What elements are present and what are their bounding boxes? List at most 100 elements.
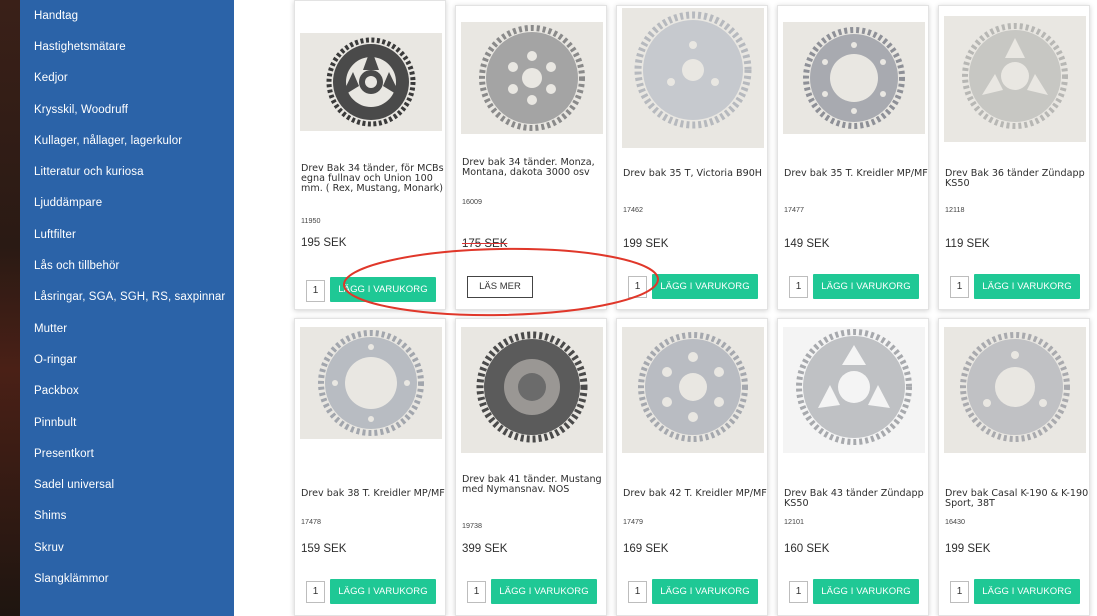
product-title[interactable]: Drev bak 38 T. Kreidler MP/MF (301, 488, 445, 499)
sprocket-icon (803, 27, 905, 129)
add-to-cart-button[interactable]: LÄGG I VARUKORG (813, 274, 919, 299)
product-card[interactable]: Drev bak 41 tänder. Mustang med Nymansna… (455, 318, 607, 616)
product-image[interactable] (622, 327, 764, 453)
quantity-input[interactable]: 1 (306, 280, 325, 302)
product-title[interactable]: Drev Bak 34 tänder, för MCBs egna fullna… (301, 163, 445, 195)
add-to-cart-button[interactable]: LÄGG I VARUKORG (491, 579, 597, 604)
product-sku: 19738 (462, 521, 482, 530)
page-background-strip (0, 0, 20, 616)
product-card[interactable]: Drev Bak 43 tänder Zündapp KS50 12101 16… (777, 318, 929, 616)
quantity-input[interactable]: 1 (306, 581, 325, 603)
product-sku: 11950 (301, 216, 321, 225)
sprocket-icon (638, 332, 748, 442)
sidebar-item-pinnbult[interactable]: Pinnbult (20, 407, 234, 438)
sidebar-item-slangklammor[interactable]: Slangklämmor (20, 563, 234, 594)
sprocket-icon (476, 331, 588, 443)
product-card[interactable]: Drev Bak 36 tänder Zündapp KS50 12118 11… (938, 5, 1090, 310)
sidebar-item-las[interactable]: Lås och tillbehör (20, 250, 234, 281)
product-sku: 16430 (945, 517, 965, 526)
sidebar-item-presentkort[interactable]: Presentkort (20, 438, 234, 469)
product-title[interactable]: Drev bak 34 tänder. Monza, Montana, dako… (462, 157, 606, 178)
sidebar-item-handtag[interactable]: Handtag (20, 0, 234, 31)
sidebar-item-lasringar[interactable]: Låsringar, SGA, SGH, RS, saxpinnar (20, 282, 234, 313)
quantity-input[interactable]: 1 (628, 581, 647, 603)
add-to-cart-button[interactable]: LÄGG I VARUKORG (330, 579, 436, 604)
sprocket-icon (479, 25, 585, 131)
quantity-input[interactable]: 1 (789, 276, 808, 298)
quantity-input[interactable]: 1 (950, 276, 969, 298)
product-image[interactable] (944, 16, 1086, 142)
product-card[interactable]: Drev bak 35 T, Victoria B90H 17462 199 S… (616, 5, 768, 310)
product-title[interactable]: Drev bak Casal K-190 & K-190 Sport, 38T (945, 488, 1089, 509)
sidebar-item-kedjor[interactable]: Kedjor (20, 63, 234, 94)
sidebar-item-krysskil[interactable]: Krysskil, Woodruff (20, 94, 234, 125)
product-price: 159 SEK (301, 543, 347, 555)
sidebar-item-o-ringar[interactable]: O-ringar (20, 344, 234, 375)
product-sku: 17462 (623, 205, 643, 214)
sprocket-icon (326, 37, 416, 127)
sprocket-icon (634, 11, 752, 129)
product-image[interactable] (300, 33, 442, 131)
product-price: 399 SEK (462, 543, 508, 555)
sidebar-item-mutter[interactable]: Mutter (20, 313, 234, 344)
product-image[interactable] (622, 8, 764, 148)
product-card[interactable]: Drev bak Casal K-190 & K-190 Sport, 38T … (938, 318, 1090, 616)
sidebar-item-litteratur[interactable]: Litteratur och kuriosa (20, 156, 234, 187)
sprocket-icon (960, 332, 1070, 442)
product-sku: 17478 (301, 517, 321, 526)
quantity-input[interactable]: 1 (467, 581, 486, 603)
quantity-input[interactable]: 1 (628, 276, 647, 298)
product-title[interactable]: Drev bak 42 T. Kreidler MP/MF (623, 488, 767, 499)
read-more-button[interactable]: LÄS MER (467, 276, 533, 298)
product-price: 160 SEK (784, 543, 830, 555)
sidebar-item-kullager[interactable]: Kullager, nållager, lagerkulor (20, 125, 234, 156)
sidebar-item-shims[interactable]: Shims (20, 501, 234, 532)
category-sidebar: Handtag Hastighetsmätare Kedjor Krysskil… (20, 0, 234, 616)
product-price: 149 SEK (784, 238, 830, 250)
sidebar-item-skruv[interactable]: Skruv (20, 532, 234, 563)
sprocket-icon (962, 23, 1068, 129)
product-price: 175 SEK (462, 238, 508, 250)
product-title[interactable]: Drev bak 35 T, Victoria B90H (623, 168, 767, 179)
product-price: 119 SEK (945, 238, 990, 250)
sidebar-item-sadel[interactable]: Sadel universal (20, 469, 234, 500)
product-image[interactable] (300, 327, 442, 439)
sidebar-item-hastighetsmatare[interactable]: Hastighetsmätare (20, 31, 234, 62)
sidebar-item-ljuddampare[interactable]: Ljuddämpare (20, 188, 234, 219)
sprocket-icon (318, 330, 424, 436)
add-to-cart-button[interactable]: LÄGG I VARUKORG (974, 579, 1080, 604)
product-price: 169 SEK (623, 543, 669, 555)
product-card[interactable]: Drev Bak 34 tänder, för MCBs egna fullna… (294, 0, 446, 310)
product-sku: 17477 (784, 205, 804, 214)
add-to-cart-button[interactable]: LÄGG I VARUKORG (652, 274, 758, 299)
product-image[interactable] (461, 22, 603, 134)
product-title[interactable]: Drev Bak 36 tänder Zündapp KS50 (945, 168, 1089, 189)
product-image[interactable] (944, 327, 1086, 453)
product-price: 199 SEK (623, 238, 669, 250)
sidebar-item-luftfilter[interactable]: Luftfilter (20, 219, 234, 250)
product-title[interactable]: Drev bak 35 T. Kreidler MP/MF (784, 168, 928, 179)
product-image[interactable] (461, 327, 603, 453)
add-to-cart-button[interactable]: LÄGG I VARUKORG (813, 579, 919, 604)
product-title[interactable]: Drev bak 41 tänder. Mustang med Nymansna… (462, 474, 606, 495)
quantity-input[interactable]: 1 (950, 581, 969, 603)
product-card[interactable]: Drev bak 38 T. Kreidler MP/MF 17478 159 … (294, 318, 446, 616)
product-image[interactable] (783, 22, 925, 134)
add-to-cart-button[interactable]: LÄGG I VARUKORG (652, 579, 758, 604)
sidebar-item-packbox[interactable]: Packbox (20, 376, 234, 407)
add-to-cart-button[interactable]: LÄGG I VARUKORG (330, 277, 436, 302)
product-card[interactable]: Drev bak 34 tänder. Monza, Montana, dako… (455, 5, 607, 310)
product-sku: 12101 (784, 517, 804, 526)
product-card[interactable]: Drev bak 35 T. Kreidler MP/MF 17477 149 … (777, 5, 929, 310)
product-price: 195 SEK (301, 237, 347, 249)
product-price: 199 SEK (945, 543, 991, 555)
product-card[interactable]: Drev bak 42 T. Kreidler MP/MF 17479 169 … (616, 318, 768, 616)
quantity-input[interactable]: 1 (789, 581, 808, 603)
product-sku: 17479 (623, 517, 643, 526)
sprocket-icon (783, 327, 925, 453)
product-sku: 12118 (945, 205, 965, 214)
add-to-cart-button[interactable]: LÄGG I VARUKORG (974, 274, 1080, 299)
product-title[interactable]: Drev Bak 43 tänder Zündapp KS50 (784, 488, 928, 509)
product-image[interactable] (783, 327, 925, 453)
product-sku: 16009 (462, 197, 482, 206)
